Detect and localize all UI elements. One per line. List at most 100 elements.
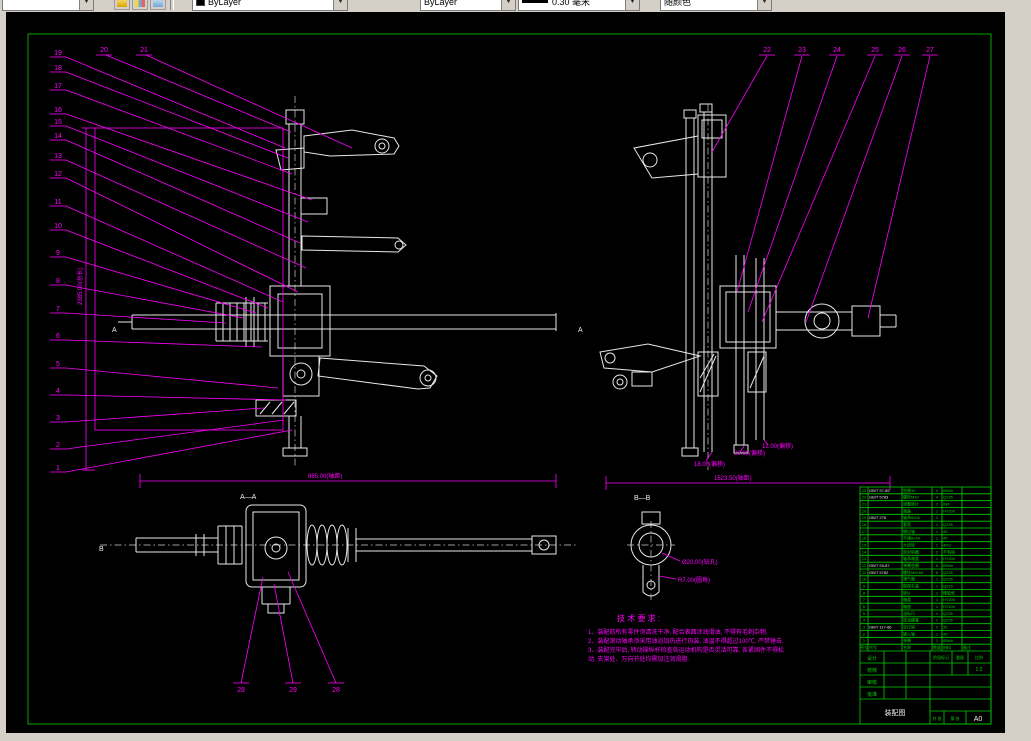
- section-bb-label: B—B: [634, 495, 651, 502]
- table-cell: 螺栓M10: [903, 494, 920, 500]
- table-cell: 16: [862, 536, 867, 541]
- table-cell: HT200: [943, 508, 956, 513]
- part-label: 19: [54, 50, 62, 57]
- table-cell: GB/T 276: [869, 515, 887, 520]
- make-object-layer-icon[interactable]: [114, 0, 130, 10]
- designer-label: 设计: [867, 655, 877, 662]
- table-cell: 轴承端盖: [903, 555, 919, 561]
- table-cell: 1: [936, 556, 939, 561]
- leader-line: [65, 367, 279, 389]
- table-cell: 调整垫片: [903, 501, 919, 507]
- leader-line: [867, 55, 931, 319]
- checker-label: 校核: [867, 667, 877, 674]
- part-label: 20: [100, 47, 108, 54]
- table-cell: 1: [936, 604, 939, 609]
- part-label: 18: [54, 65, 62, 72]
- weight-label: 重量: [956, 654, 964, 660]
- object-properties-toolbar: ▼ ByLayer ▼ ByLayer ▼ 0.30 毫米 ▼ 随颜色 ▼: [0, 0, 1031, 12]
- table-cell: 1: [863, 638, 866, 643]
- part-label: 6: [56, 333, 60, 340]
- table-cell: 弹簧: [903, 637, 911, 643]
- table-cell: 数量: [933, 644, 941, 650]
- table-cell: 65Mn: [943, 488, 953, 493]
- technical-notes: 技 术 要 求 : 1、装配前所有零件须清洗干净, 配合表面涂润滑油, 不得有毛…: [588, 613, 784, 663]
- hole-dimension: Ø20.00(钻孔): [682, 558, 718, 566]
- leader-line: [105, 54, 292, 133]
- table-cell: 17: [862, 529, 867, 534]
- chevron-down-icon[interactable]: ▼: [501, 0, 515, 10]
- table-cell: 1: [936, 522, 939, 527]
- plotstyle-combo[interactable]: 随颜色 ▼: [660, 0, 772, 11]
- drawing-frame: [27, 33, 992, 725]
- table-cell: 套筒: [903, 521, 911, 527]
- chevron-down-icon[interactable]: ▼: [625, 0, 639, 10]
- table-cell: 18: [862, 522, 867, 527]
- scale-value: 1:2: [976, 667, 983, 673]
- drawing-canvas[interactable]: A A A—A B B—B Ø20.00(钻孔) R7.00(圆角) 2385.…: [6, 12, 1005, 733]
- table-cell: Q215: [943, 584, 954, 589]
- section-arrow-a-left: A: [112, 327, 117, 334]
- table-cell: HT200: [943, 597, 956, 602]
- parts-list-table: 23 GB/T 97-85 垫圈10 4 65Mn22 GB/T 5783 螺栓M10 4 Q2…: [859, 486, 992, 725]
- lineweight-combo[interactable]: 0.30 毫米 ▼: [518, 0, 640, 11]
- sheet-size: A0: [974, 716, 983, 723]
- table-cell: 定位销: [903, 624, 915, 630]
- table-cell: 密封毡圈: [903, 548, 919, 554]
- span-left-dimension: 885.00(轴距): [308, 472, 342, 480]
- part-label: 28: [332, 687, 340, 694]
- part-label: 9: [56, 250, 60, 257]
- section-aa-view: A—A B: [99, 494, 578, 614]
- table-cell: Q235: [943, 577, 954, 582]
- table-cell: 羊毛毡: [943, 548, 955, 554]
- lineweight-combo-value: 0.30 毫米: [552, 0, 591, 7]
- leader-line: [65, 429, 293, 473]
- table-cell: 1: [936, 543, 939, 548]
- table-cell: 1: [936, 577, 939, 582]
- table-cell: 45: [943, 536, 948, 541]
- table-cell: GB/T 117-86: [869, 625, 892, 630]
- table-cell: Q235: [943, 618, 954, 623]
- table-cell: 平键8×40: [903, 535, 921, 541]
- color-swatch-icon: [196, 0, 205, 6]
- table-cell: GB/T 97-85: [869, 488, 890, 493]
- color-combo[interactable]: ByLayer ▼: [192, 0, 348, 11]
- leader-line: [711, 55, 768, 153]
- linetype-combo[interactable]: ByLayer ▼: [420, 0, 516, 11]
- part-label: 5: [56, 361, 60, 368]
- layer-combo[interactable]: ▼: [2, 0, 94, 11]
- part-label: 12: [54, 171, 62, 178]
- chevron-down-icon[interactable]: ▼: [333, 0, 347, 10]
- table-cell: 1: [936, 508, 939, 513]
- chevron-down-icon[interactable]: ▼: [757, 0, 771, 10]
- leader-line: [287, 571, 337, 684]
- layer-previous-icon[interactable]: [150, 0, 166, 10]
- span-right-dimension: 1523.50(轴距): [714, 474, 752, 482]
- table-cell: 65Mn: [943, 563, 953, 568]
- assembly-drawing: A A A—A B B—B Ø20.00(钻孔) R7.00(圆角) 2385.…: [27, 33, 992, 725]
- cad-application: ▼ ByLayer ▼ ByLayer ▼ 0.30 毫米 ▼ 随颜色 ▼ A …: [0, 0, 1031, 741]
- table-cell: 垫片: [903, 589, 911, 595]
- lineweight-swatch-icon: [522, 0, 548, 3]
- table-cell: GB/T 93-87: [869, 563, 890, 568]
- layer-glyph-icon: [117, 0, 127, 7]
- table-cell: 6: [936, 570, 939, 575]
- table-cell: Q235: [943, 522, 954, 527]
- table-cell: 放油螺塞: [903, 617, 919, 623]
- auditor-label: 审核: [867, 679, 877, 686]
- table-cell: 2: [936, 502, 939, 507]
- table-cell: 窥视孔盖: [903, 583, 919, 589]
- table-cell: 代号: [869, 644, 877, 650]
- table-cell: 20: [862, 508, 867, 513]
- offset-32-dimension: 32.00(偏移): [734, 449, 765, 457]
- table-cell: HT200: [943, 604, 956, 609]
- chevron-down-icon[interactable]: ▼: [79, 0, 93, 10]
- part-label: 1: [56, 465, 60, 472]
- table-header-cell: 序号: [860, 644, 868, 650]
- leader-line: [65, 205, 284, 303]
- part-label: 25: [871, 47, 879, 54]
- part-label: 21: [140, 47, 148, 54]
- layers-icon[interactable]: [132, 0, 148, 10]
- leader-line: [65, 256, 257, 314]
- table-cell: 输入轴: [903, 630, 915, 636]
- part-label: 23: [798, 47, 806, 54]
